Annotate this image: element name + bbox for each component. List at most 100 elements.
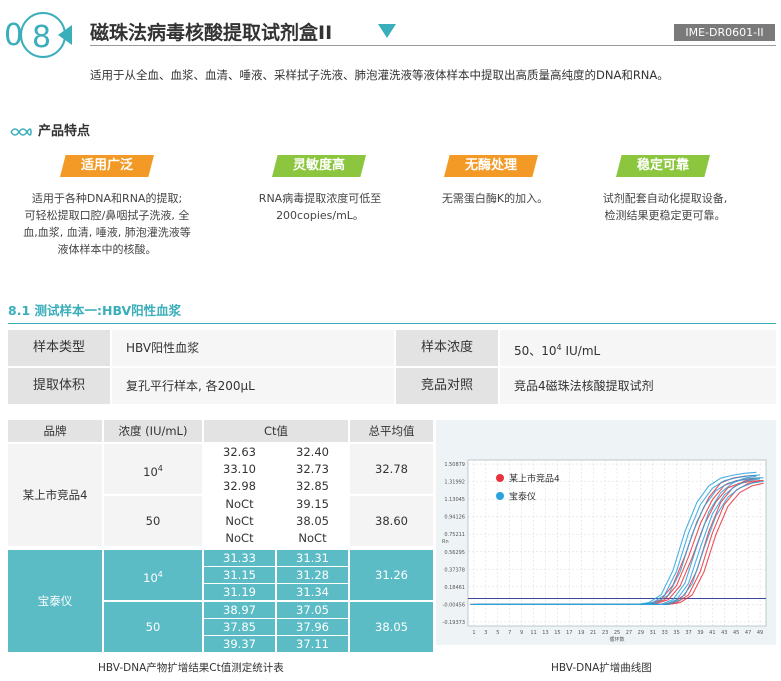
amplification-chart-svg: 1 3 5 7 9 11 13 15 17 19 21 23 25 27 29 31 33 35 37 39 41 43 4… bbox=[442, 459, 767, 643]
ct-value: 37.05 bbox=[277, 602, 348, 618]
y-tick-label: 0.75211 bbox=[444, 532, 465, 538]
chapter-arrow-icon bbox=[58, 25, 72, 45]
ct-value: 31.28 bbox=[277, 567, 348, 583]
ct-value: 39.37 bbox=[204, 636, 275, 652]
ct-value: 39.15 bbox=[277, 496, 348, 512]
chart-caption: HBV-DNA扩增曲线图 bbox=[551, 662, 652, 674]
header-divider bbox=[90, 45, 776, 46]
x-tick-label: 11 bbox=[530, 630, 536, 636]
product-description: 适用于从全血、血浆、血清、唾液、采样拭子洗液、肺泡灌洗液等液体样本中提取出高质量… bbox=[90, 68, 669, 82]
ct-value: 32.98 bbox=[204, 478, 275, 494]
x-tick-label: 47 bbox=[745, 630, 751, 636]
ct-value: 32.40 bbox=[277, 444, 348, 460]
ct-value: 32.85 bbox=[277, 478, 348, 494]
ct-conc-cell: 50 bbox=[104, 602, 202, 652]
compare-label: 竞品对照 bbox=[396, 368, 498, 404]
feature-desc-stable: 试剂配套自动化提取设备, 检测结果更稳定更可靠。 bbox=[580, 190, 750, 224]
ct-conc-value: 10 bbox=[143, 464, 158, 479]
method-value: 复孔平行样本, 各200μL bbox=[112, 368, 394, 404]
chapter-number: 0 8 bbox=[2, 10, 72, 62]
info-row: 样本类型 HBV阳性血浆 样本浓度 50、104 IU/mL bbox=[8, 330, 776, 368]
y-tick-label: 1.31992 bbox=[444, 480, 465, 486]
dna-icon bbox=[10, 127, 32, 136]
x-tick-label: 21 bbox=[590, 630, 596, 636]
ct-header-brand: 品牌 bbox=[8, 420, 102, 442]
x-tick-label: 25 bbox=[614, 630, 620, 636]
x-tick-label: 15 bbox=[554, 630, 560, 636]
ct-value: NoCt bbox=[204, 513, 275, 529]
ct-value: 31.31 bbox=[277, 550, 348, 566]
feature-desc-line: 液体样本中的核酸。 bbox=[57, 243, 157, 256]
x-tick-label: 23 bbox=[602, 630, 608, 636]
section-divider bbox=[8, 323, 776, 324]
ct-header-ct: Ct值 bbox=[204, 420, 348, 442]
x-tick-label: 17 bbox=[566, 630, 572, 636]
ct-conc-sup: 4 bbox=[157, 464, 163, 473]
feature-desc-line: 适用于各种DNA和RNA的提取; bbox=[31, 192, 183, 205]
section-title: 8.1 测试样本一:HBV阳性血浆 bbox=[8, 303, 182, 318]
ct-value: NoCt bbox=[204, 530, 275, 546]
ct-conc-value: 50 bbox=[145, 514, 161, 528]
ct-avg-cell: 31.26 bbox=[350, 550, 433, 600]
features-title: 产品特点 bbox=[38, 124, 91, 139]
page-title: 磁珠法病毒核酸提取试剂盒II bbox=[90, 22, 333, 44]
product-code-badge: IME-DR0601-II bbox=[674, 24, 775, 41]
info-row: 提取体积 复孔平行样本, 各200μL 竞品对照 竞品4磁珠法核酸提取试剂 bbox=[8, 368, 776, 406]
conc-value-unit: IU/mL bbox=[561, 344, 601, 358]
ct-value: 32.73 bbox=[277, 461, 348, 477]
legend-label: 某上市竞品4 bbox=[509, 473, 560, 485]
x-tick-label: 29 bbox=[638, 630, 644, 636]
ct-value: 37.85 bbox=[204, 619, 275, 635]
title-dropdown-icon bbox=[378, 24, 396, 38]
ct-avg-cell: 38.05 bbox=[350, 602, 433, 652]
feature-badge-sensitive: 灵敏度高 bbox=[272, 155, 366, 177]
ct-value: 31.15 bbox=[204, 567, 275, 583]
ct-value: NoCt bbox=[204, 496, 275, 512]
feature-desc-wide: 适用于各种DNA和RNA的提取; 可轻松提取口腔/鼻咽拭子洗液, 全 血,血浆,… bbox=[2, 190, 212, 258]
conc-label: 样本浓度 bbox=[396, 330, 498, 366]
compare-value: 竞品4磁珠法核酸提取试剂 bbox=[500, 368, 776, 404]
x-tick-label: 37 bbox=[685, 630, 691, 636]
method-label: 提取体积 bbox=[8, 368, 110, 404]
x-tick-label: 39 bbox=[697, 630, 703, 636]
legend-label: 宝泰仪 bbox=[509, 491, 536, 503]
y-tick-label: 0.94126 bbox=[444, 515, 465, 521]
header: 0 8 磁珠法病毒核酸提取试剂盒II IME-DR0601-II bbox=[0, 0, 781, 68]
feature-desc-sensitive: RNA病毒提取浓度可低至 200copies/mL。 bbox=[230, 190, 410, 224]
amplification-chart: 1 3 5 7 9 11 13 15 17 19 21 23 25 27 29 31 33 35 37 39 41 43 4… bbox=[436, 420, 776, 645]
ct-value: 31.19 bbox=[204, 584, 275, 600]
ct-value: 31.33 bbox=[204, 550, 275, 566]
ct-header-conc: 浓度 (IU/mL) bbox=[104, 420, 202, 442]
x-tick-label: 35 bbox=[673, 630, 679, 636]
y-tick-label: -0.19373 bbox=[443, 620, 465, 626]
x-tick-label: 3 bbox=[484, 630, 487, 636]
x-tick-label: 45 bbox=[733, 630, 739, 636]
ct-value: 31.34 bbox=[277, 584, 348, 600]
y-tick-label: 0.37378 bbox=[444, 567, 465, 573]
ct-conc-cell: 50 bbox=[104, 496, 202, 546]
ct-conc-cell: 104 bbox=[104, 444, 202, 494]
ct-brand-cell: 宝泰仪 bbox=[8, 550, 102, 652]
x-tick-label: 5 bbox=[496, 630, 499, 636]
x-tick-label: 27 bbox=[626, 630, 632, 636]
feature-desc-line: 试剂配套自动化提取设备, bbox=[602, 192, 728, 205]
feature-badge-wide: 适用广泛 bbox=[60, 155, 154, 177]
feature-desc-line: RNA病毒提取浓度可低至 bbox=[258, 192, 382, 205]
y-tick-label: -0.00456 bbox=[443, 602, 465, 608]
conc-value-main: 50、10 bbox=[514, 344, 557, 358]
ct-value: NoCt bbox=[277, 530, 348, 546]
x-tick-label: 41 bbox=[709, 630, 715, 636]
y-tick-label: 0.56295 bbox=[444, 550, 465, 556]
ct-value: 38.05 bbox=[277, 513, 348, 529]
x-tick-label: 1 bbox=[472, 630, 475, 636]
feature-desc-line: 检测结果更稳定更可靠。 bbox=[604, 209, 726, 222]
feature-desc-line: 可轻松提取口腔/鼻咽拭子洗液, 全 bbox=[24, 209, 190, 222]
table-caption: HBV-DNA产物扩增结果Ct值测定统计表 bbox=[98, 662, 284, 674]
ct-conc-cell: 104 bbox=[104, 550, 202, 600]
ct-value: 37.11 bbox=[277, 636, 348, 652]
legend-swatch bbox=[496, 474, 504, 482]
feature-badge-stable: 稳定可靠 bbox=[616, 155, 710, 177]
feature-desc-line: 200copies/mL。 bbox=[276, 209, 364, 222]
y-tick-label: 1.13045 bbox=[444, 497, 465, 503]
ct-value: 32.63 bbox=[204, 444, 275, 460]
